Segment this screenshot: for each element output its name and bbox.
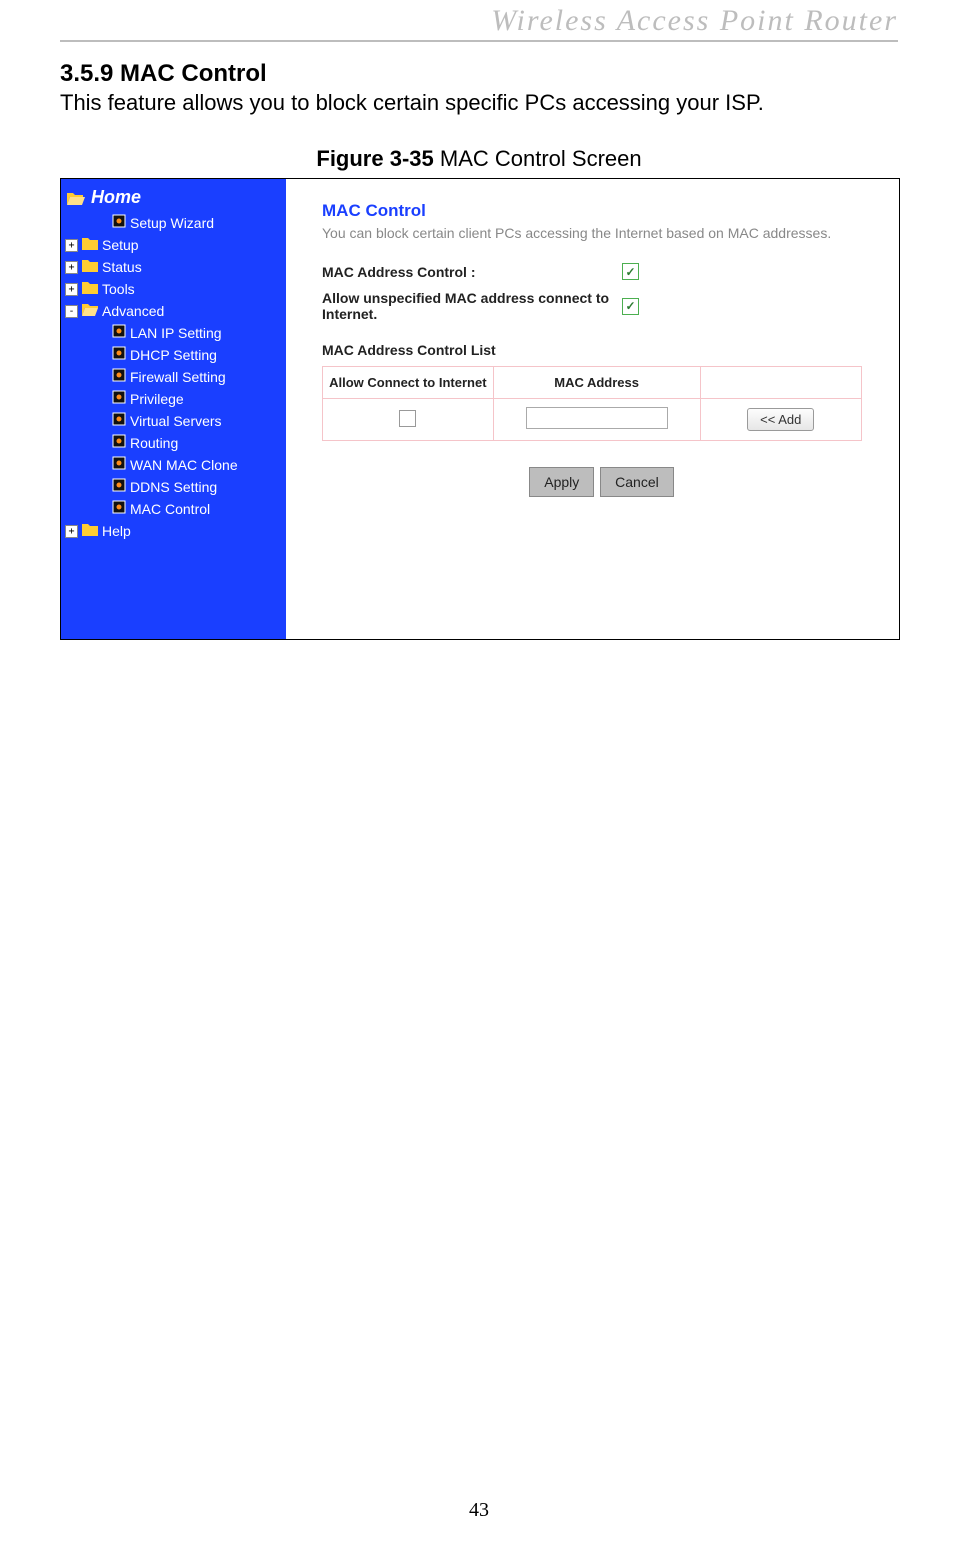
nav-item-label: DDNS Setting (130, 478, 217, 496)
expand-icon[interactable]: + (65, 525, 78, 538)
page-icon (112, 324, 126, 342)
figure-caption: Figure 3-35 MAC Control Screen (60, 146, 898, 172)
add-button[interactable]: << Add (747, 408, 814, 431)
nav-item-lan-ip-setting[interactable]: LAN IP Setting (61, 322, 286, 344)
col-allow-connect: Allow Connect to Internet (323, 367, 494, 399)
page-number: 43 (0, 1499, 958, 1522)
nav-item-setup[interactable]: + Setup (61, 234, 286, 256)
nav-item-label: LAN IP Setting (130, 324, 222, 342)
nav-item-routing[interactable]: Routing (61, 432, 286, 454)
folder-icon (82, 236, 98, 254)
nav-item-label: WAN MAC Clone (130, 456, 238, 474)
nav-item-help[interactable]: + Help (61, 520, 286, 542)
nav-item-privilege[interactable]: Privilege (61, 388, 286, 410)
collapse-icon[interactable]: - (65, 305, 78, 318)
panel-title: MAC Control (322, 201, 881, 221)
section-description: This feature allows you to block certain… (60, 90, 898, 116)
page-icon (112, 346, 126, 364)
nav-item-ddns-setting[interactable]: DDNS Setting (61, 476, 286, 498)
nav-home[interactable]: Home (61, 185, 286, 212)
page-icon (112, 412, 126, 430)
col-mac-address: MAC Address (493, 367, 700, 399)
table-row: << Add (323, 399, 862, 441)
expand-icon[interactable]: + (65, 261, 78, 274)
row-allow-checkbox[interactable] (399, 410, 416, 427)
nav-item-dhcp-setting[interactable]: DHCP Setting (61, 344, 286, 366)
nav-item-label: Help (102, 522, 131, 540)
mac-address-control-checkbox[interactable] (622, 263, 639, 280)
control-list-title: MAC Address Control List (322, 342, 881, 358)
apply-button[interactable]: Apply (529, 467, 594, 497)
nav-item-label: Tools (102, 280, 135, 298)
figure-text: MAC Control Screen (440, 146, 642, 171)
nav-item-advanced[interactable]: - Advanced (61, 300, 286, 322)
nav-item-virtual-servers[interactable]: Virtual Servers (61, 410, 286, 432)
nav-item-label: Setup (102, 236, 139, 254)
page-icon (112, 456, 126, 474)
nav-item-label: DHCP Setting (130, 346, 217, 364)
screenshot-frame: Home Setup Wizard + Setup + Status + Tools - Adv… (60, 178, 900, 640)
folder-open-icon (82, 302, 98, 320)
expand-icon[interactable]: + (65, 239, 78, 252)
mac-address-input[interactable] (526, 407, 668, 429)
folder-icon (82, 258, 98, 276)
page-icon (112, 214, 126, 232)
nav-item-label: MAC Control (130, 500, 210, 518)
page-icon (112, 390, 126, 408)
page-icon (112, 434, 126, 452)
nav-item-label: Setup Wizard (130, 214, 214, 232)
allow-unspecified-label: Allow unspecified MAC address connect to… (322, 290, 622, 322)
router-nav-tree: Home Setup Wizard + Setup + Status + Tools - Adv… (61, 179, 286, 639)
nav-item-mac-control[interactable]: MAC Control (61, 498, 286, 520)
nav-item-label: Firewall Setting (130, 368, 226, 386)
nav-item-label: Routing (130, 434, 178, 452)
folder-open-icon (67, 191, 85, 205)
mac-address-control-label: MAC Address Control : (322, 264, 622, 280)
cancel-button[interactable]: Cancel (600, 467, 674, 497)
nav-item-wan-mac-clone[interactable]: WAN MAC Clone (61, 454, 286, 476)
folder-icon (82, 522, 98, 540)
nav-item-label: Advanced (102, 302, 164, 320)
nav-item-firewall-setting[interactable]: Firewall Setting (61, 366, 286, 388)
nav-item-setup-wizard[interactable]: Setup Wizard (61, 212, 286, 234)
nav-item-label: Status (102, 258, 142, 276)
nav-item-label: Virtual Servers (130, 412, 222, 430)
running-header: Wireless Access Point Router (60, 0, 898, 42)
nav-item-tools[interactable]: + Tools (61, 278, 286, 300)
section-heading: 3.5.9 MAC Control (60, 60, 898, 88)
col-action (700, 367, 861, 399)
nav-home-label: Home (91, 187, 141, 208)
mac-control-panel: MAC Control You can block certain client… (286, 179, 899, 639)
page-icon (112, 500, 126, 518)
allow-unspecified-checkbox[interactable] (622, 298, 639, 315)
expand-icon[interactable]: + (65, 283, 78, 296)
folder-icon (82, 280, 98, 298)
nav-item-status[interactable]: + Status (61, 256, 286, 278)
panel-description: You can block certain client PCs accessi… (322, 225, 881, 241)
page-icon (112, 478, 126, 496)
nav-item-label: Privilege (130, 390, 184, 408)
page-icon (112, 368, 126, 386)
figure-label: Figure 3-35 (316, 146, 433, 171)
mac-address-table: Allow Connect to Internet MAC Address <<… (322, 366, 862, 441)
